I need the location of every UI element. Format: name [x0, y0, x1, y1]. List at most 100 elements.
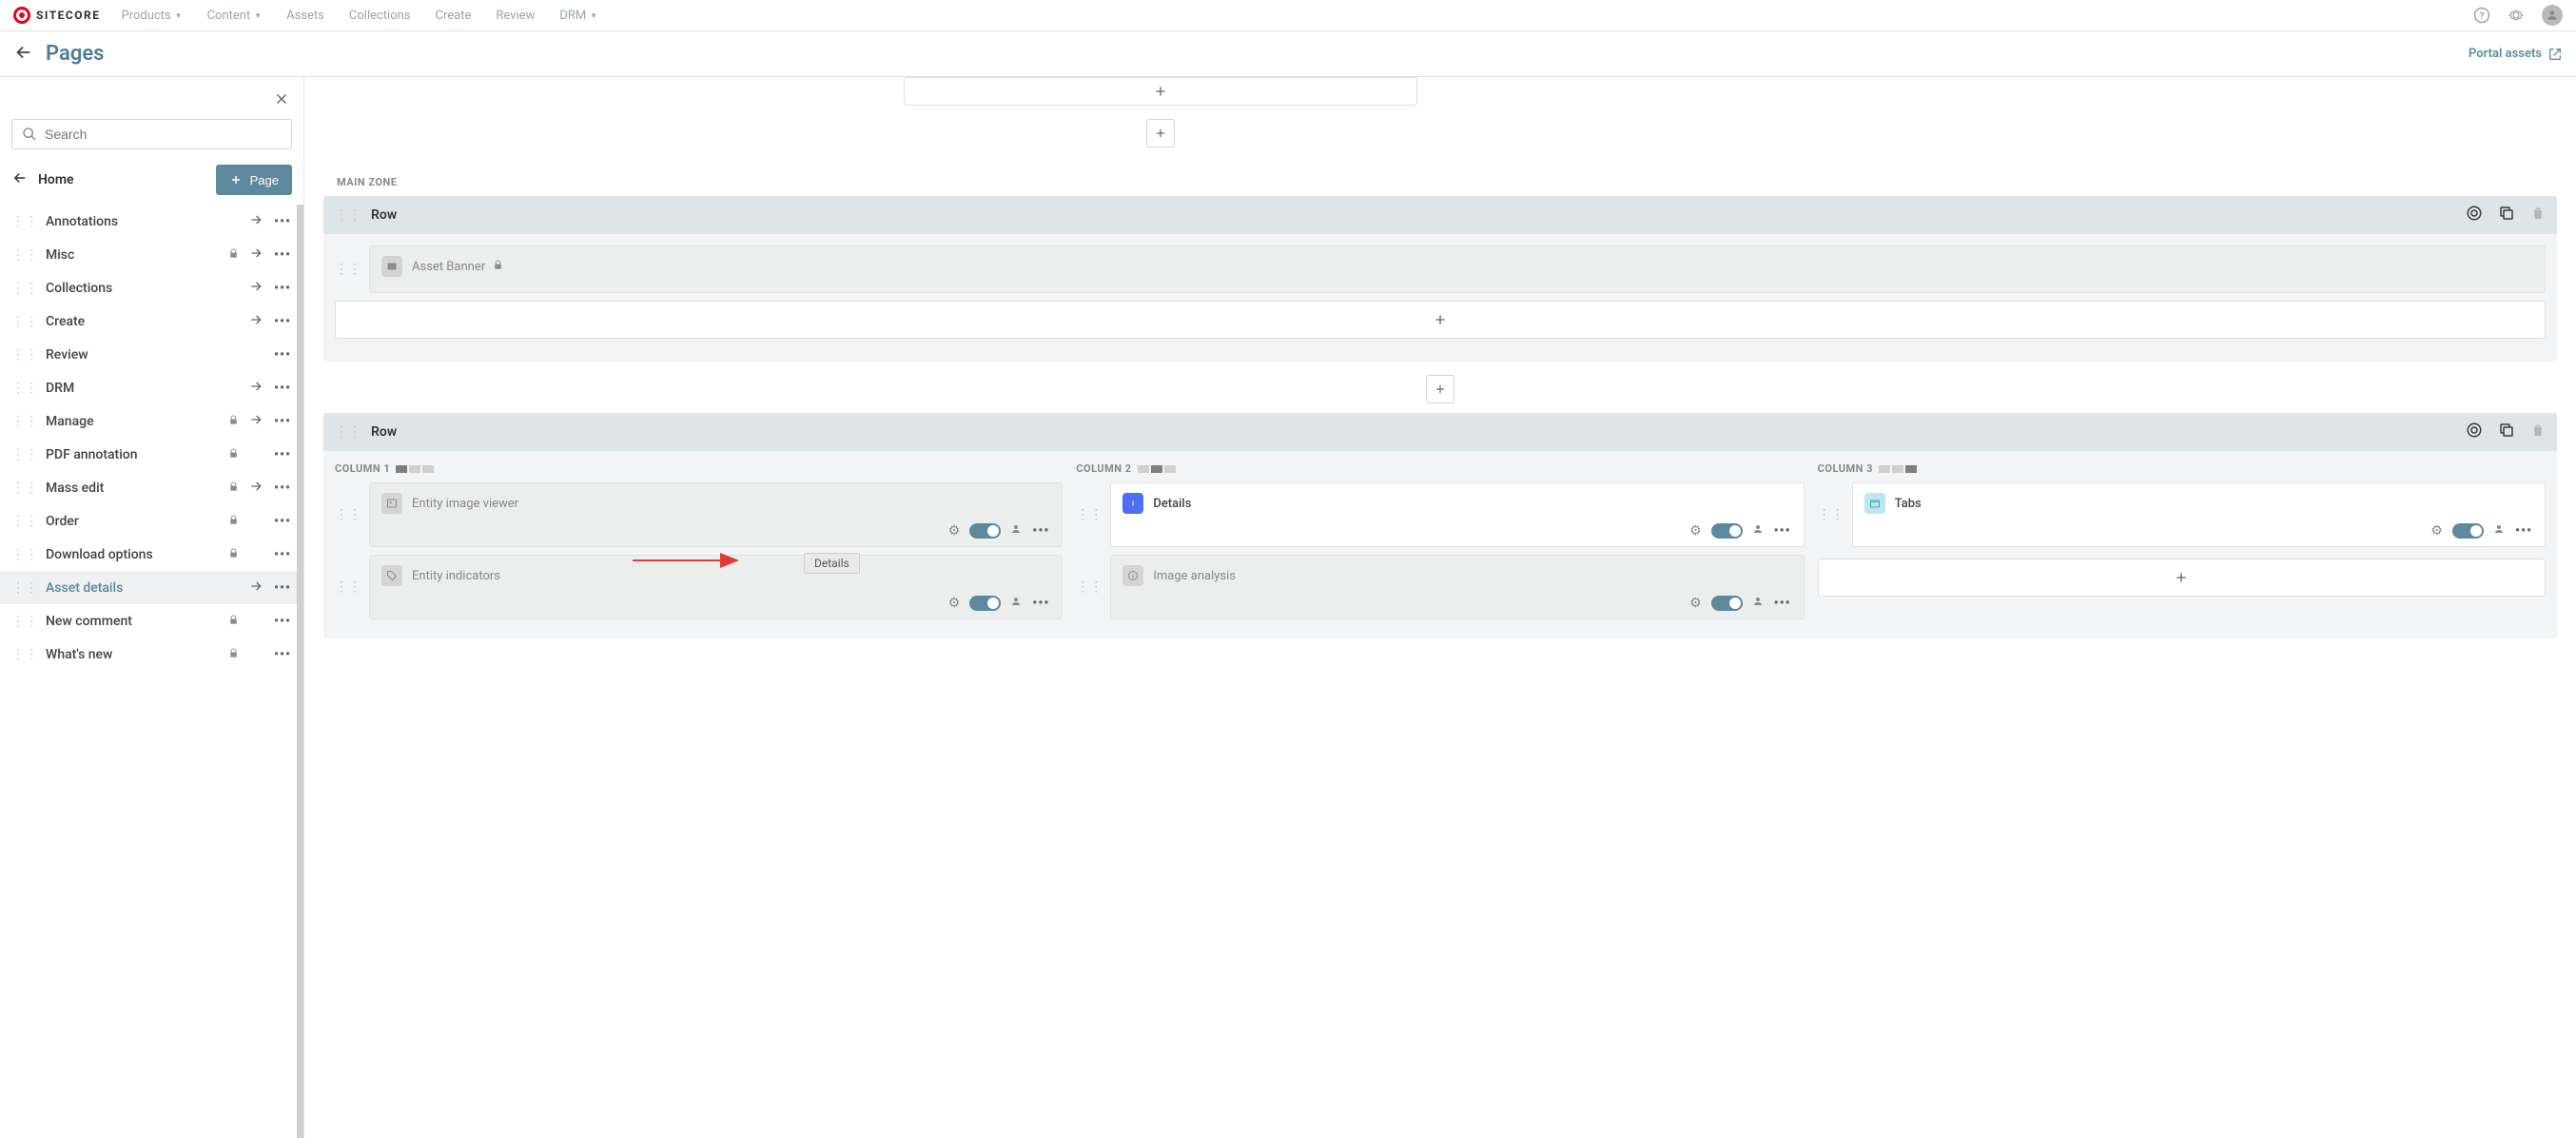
more-icon[interactable]: ••• — [273, 547, 292, 562]
drag-handle-icon[interactable]: ⋮⋮ — [11, 547, 38, 562]
more-icon[interactable]: ••• — [2514, 523, 2533, 539]
sidebar-item-annotations[interactable]: ⋮⋮ Annotations ••• — [0, 205, 303, 238]
brand-logo[interactable]: SITECORE — [13, 7, 100, 24]
chevron-right-icon[interactable] — [246, 212, 265, 231]
more-icon[interactable]: ••• — [273, 414, 292, 429]
drag-handle-icon[interactable]: ⋮⋮ — [11, 281, 38, 296]
drag-handle-icon[interactable]: ⋮⋮ — [1818, 482, 1844, 547]
gear-icon[interactable] — [2466, 205, 2483, 226]
gear-icon[interactable]: ⚙ — [2430, 523, 2443, 539]
gear-icon[interactable] — [2466, 422, 2483, 442]
user-avatar[interactable] — [2542, 5, 2563, 26]
sidebar-item-what's-new[interactable]: ⋮⋮ What's new ••• — [0, 638, 303, 671]
drag-handle-icon[interactable]: ⋮⋮ — [335, 245, 361, 293]
sidebar-item-order[interactable]: ⋮⋮ Order ••• — [0, 504, 303, 538]
more-icon[interactable]: ••• — [273, 647, 292, 662]
sidebar-item-new-comment[interactable]: ⋮⋮ New comment ••• — [0, 604, 303, 638]
more-icon[interactable]: ••• — [1773, 523, 1792, 539]
help-icon[interactable]: ? — [2473, 7, 2490, 24]
chevron-right-icon[interactable] — [246, 412, 265, 431]
user-icon[interactable] — [1010, 596, 1022, 611]
nav-content[interactable]: Content▼ — [207, 9, 263, 23]
sidebar-item-create[interactable]: ⋮⋮ Create ••• — [0, 304, 303, 338]
more-icon[interactable]: ••• — [273, 481, 292, 496]
sidebar-item-pdf-annotation[interactable]: ⋮⋮ PDF annotation ••• — [0, 438, 303, 471]
sidebar-item-manage[interactable]: ⋮⋮ Manage ••• — [0, 404, 303, 438]
chevron-right-icon[interactable] — [246, 479, 265, 498]
more-icon[interactable]: ••• — [1031, 523, 1050, 539]
close-icon[interactable] — [273, 90, 290, 111]
drag-handle-icon[interactable]: ⋮⋮ — [1076, 555, 1103, 619]
component-entity-image-viewer[interactable]: Entity image viewer ⚙ ••• — [369, 482, 1063, 547]
trash-icon[interactable] — [2530, 422, 2546, 442]
trash-icon[interactable] — [2530, 205, 2546, 226]
drag-handle-icon[interactable]: ⋮⋮ — [11, 481, 38, 496]
more-icon[interactable]: ••• — [273, 447, 292, 462]
chevron-right-icon[interactable] — [246, 579, 265, 598]
home-back-arrow-icon[interactable] — [11, 169, 29, 190]
more-icon[interactable]: ••• — [1031, 596, 1050, 611]
more-icon[interactable]: ••• — [273, 514, 292, 529]
component-entity-indicators[interactable]: Entity indicators ⚙ ••• — [369, 555, 1063, 619]
drag-handle-icon[interactable]: ⋮⋮ — [11, 647, 38, 662]
add-component-slot[interactable] — [904, 77, 1417, 106]
drag-handle-icon[interactable]: ⋮⋮ — [11, 447, 38, 462]
nav-review[interactable]: Review — [496, 9, 535, 23]
drag-handle-icon[interactable]: ⋮⋮ — [11, 580, 38, 596]
gear-icon[interactable] — [2508, 7, 2525, 24]
more-icon[interactable]: ••• — [273, 381, 292, 396]
component-asset-banner[interactable]: Asset Banner — [369, 245, 2546, 293]
drag-handle-icon[interactable]: ⋮⋮ — [11, 414, 38, 429]
gear-icon[interactable]: ⚙ — [1689, 596, 1702, 611]
drag-handle-icon[interactable]: ⋮⋮ — [11, 514, 38, 529]
chevron-right-icon[interactable] — [246, 312, 265, 331]
component-details[interactable]: i Details ⚙ ••• — [1110, 482, 1804, 547]
add-row-button[interactable] — [1146, 119, 1175, 147]
visibility-toggle[interactable] — [1711, 596, 1743, 611]
search-input[interactable] — [45, 127, 282, 142]
gear-icon[interactable]: ⚙ — [948, 523, 961, 539]
copy-icon[interactable] — [2498, 205, 2515, 226]
drag-handle-icon[interactable]: ⋮⋮ — [11, 214, 38, 229]
sidebar-item-drm[interactable]: ⋮⋮ DRM ••• — [0, 371, 303, 404]
search-input-wrap[interactable] — [11, 119, 292, 149]
sidebar-item-download-options[interactable]: ⋮⋮ Download options ••• — [0, 538, 303, 571]
drag-handle-icon[interactable]: ⋮⋮ — [1076, 482, 1103, 547]
chevron-right-icon[interactable] — [246, 279, 265, 298]
visibility-toggle[interactable] — [1711, 523, 1743, 539]
sidebar-item-mass-edit[interactable]: ⋮⋮ Mass edit ••• — [0, 471, 303, 504]
nav-products[interactable]: Products▼ — [121, 9, 182, 23]
drag-handle-icon[interactable]: ⋮⋮ — [335, 207, 361, 223]
row-header[interactable]: ⋮⋮ Row — [323, 196, 2557, 234]
nav-drm[interactable]: DRM▼ — [559, 9, 597, 23]
component-image-analysis[interactable]: i Image analysis ⚙ ••• — [1110, 555, 1804, 619]
sidebar-item-misc[interactable]: ⋮⋮ Misc ••• — [0, 238, 303, 271]
add-component-slot[interactable] — [1818, 559, 2546, 597]
more-icon[interactable]: ••• — [273, 247, 292, 263]
more-icon[interactable]: ••• — [273, 214, 292, 229]
more-icon[interactable]: ••• — [273, 281, 292, 296]
page-tree[interactable]: ⋮⋮ Annotations •••⋮⋮ Misc •••⋮⋮ Collecti… — [0, 205, 303, 1138]
nav-create[interactable]: Create — [436, 9, 472, 23]
back-arrow-icon[interactable] — [13, 42, 34, 67]
row-header[interactable]: ⋮⋮ Row — [323, 413, 2557, 451]
user-icon[interactable] — [1752, 523, 1764, 539]
sidebar-item-collections[interactable]: ⋮⋮ Collections ••• — [0, 271, 303, 304]
more-icon[interactable]: ••• — [273, 347, 292, 363]
user-icon[interactable] — [2493, 523, 2505, 539]
gear-icon[interactable]: ⚙ — [1689, 523, 1702, 539]
add-page-button[interactable]: Page — [216, 165, 292, 195]
add-component-slot[interactable] — [335, 301, 2546, 339]
more-icon[interactable]: ••• — [273, 614, 292, 629]
scrollbar[interactable] — [297, 205, 303, 1138]
more-icon[interactable]: ••• — [273, 580, 292, 596]
drag-handle-icon[interactable]: ⋮⋮ — [11, 614, 38, 629]
portal-assets-link[interactable]: Portal assets — [2469, 47, 2563, 62]
visibility-toggle[interactable] — [2452, 523, 2484, 539]
nav-assets[interactable]: Assets — [286, 9, 324, 23]
sidebar-item-asset-details[interactable]: ⋮⋮ Asset details ••• — [0, 571, 303, 604]
drag-handle-icon[interactable]: ⋮⋮ — [11, 314, 38, 329]
drag-handle-icon[interactable]: ⋮⋮ — [11, 381, 38, 396]
visibility-toggle[interactable] — [969, 596, 1001, 611]
gear-icon[interactable]: ⚙ — [948, 596, 961, 611]
